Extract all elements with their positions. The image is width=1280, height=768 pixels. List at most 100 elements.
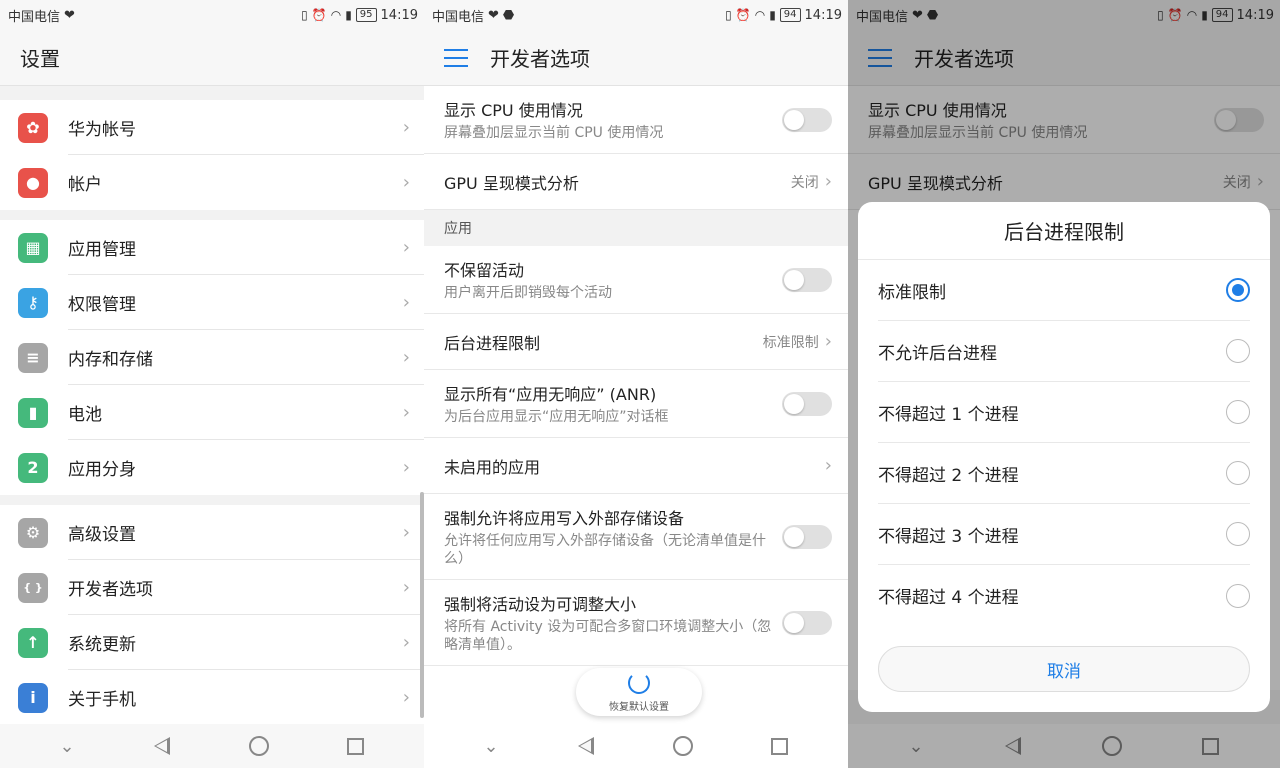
- settings-item-label: 内存和存储: [68, 349, 153, 370]
- developer-option-row[interactable]: 显示所有“应用无响应” (ANR) 为后台应用显示“应用无响应”对话框: [424, 370, 848, 438]
- dialog-option[interactable]: 不得超过 4 个进程: [878, 565, 1250, 626]
- restore-defaults-button[interactable]: 恢复默认设置: [576, 668, 702, 716]
- carrier-label: 中国电信: [432, 9, 485, 25]
- settings-item-label: 帐户: [68, 175, 102, 195]
- huawei-icon: ✿: [18, 112, 48, 143]
- cancel-button[interactable]: 取消: [878, 646, 1250, 692]
- settings-item[interactable]: ⚙ 高级设置 ›: [0, 505, 424, 560]
- apps-icon: ▦: [18, 232, 48, 263]
- chevron-right-icon: ›: [824, 455, 832, 476]
- chevron-right-icon: ›: [402, 291, 410, 313]
- status-bar: 中国电信 ❤ ⬣ ▯ ⏰ ◠ ▮ 94 14:19: [424, 0, 848, 30]
- heart-icon: ❤: [488, 7, 499, 23]
- home-button[interactable]: [248, 736, 269, 756]
- radio-button[interactable]: [1226, 522, 1250, 546]
- key-icon: ⚷: [18, 287, 48, 318]
- toggle-switch[interactable]: [782, 610, 832, 635]
- dialog-option-label: 不得超过 1 个进程: [878, 404, 1019, 425]
- dialog-title: 后台进程限制: [858, 202, 1270, 260]
- dialog-option[interactable]: 标准限制: [878, 260, 1250, 321]
- option-title: 强制允许将应用写入外部存储设备: [444, 509, 685, 528]
- settings-item-label: 电池: [68, 404, 102, 425]
- option-title: 不保留活动: [444, 261, 525, 280]
- settings-item[interactable]: ✿ 华为帐号 ›: [0, 100, 424, 155]
- developer-option-row[interactable]: 强制允许将应用写入外部存储设备允许将任何应用写入外部存储设备（无论清单值是什么）: [424, 494, 848, 580]
- braces-icon: { }: [18, 572, 48, 603]
- settings-item[interactable]: ≡ 内存和存储 ›: [0, 330, 424, 385]
- toggle-switch[interactable]: [782, 267, 832, 292]
- option-title: 强制将活动设为可调整大小: [444, 595, 637, 614]
- alarm-icon: ⏰: [735, 8, 751, 22]
- account-icon: ●: [18, 167, 48, 198]
- settings-item[interactable]: ↑ 系统更新 ›: [0, 615, 424, 670]
- chevron-right-icon: ›: [402, 631, 410, 653]
- chevron-right-icon: ›: [824, 171, 832, 192]
- settings-item[interactable]: ⚷ 权限管理 ›: [0, 275, 424, 330]
- developer-option-row[interactable]: GPU 呈现模式分析 关闭 ›: [424, 154, 848, 210]
- page-title: 开发者选项: [490, 47, 590, 71]
- option-description: 屏幕叠加层显示当前 CPU 使用情况: [444, 125, 664, 141]
- settings-item-label: 权限管理: [68, 294, 136, 315]
- option-description: 允许将任何应用写入外部存储设备（无论清单值是什么）: [444, 533, 766, 567]
- chevron-right-icon: ›: [402, 457, 410, 478]
- toggle-switch[interactable]: [782, 107, 832, 132]
- clone-icon: 2: [18, 452, 48, 483]
- developer-option-row[interactable]: 强制将活动设为可调整大小 将所有 Activity 设为可配合多窗口环境调整大小（…: [424, 580, 848, 666]
- back-button[interactable]: [153, 737, 170, 755]
- radio-button[interactable]: [1226, 339, 1250, 363]
- back-button[interactable]: [577, 737, 594, 755]
- settings-item[interactable]: ▮ 电池 ›: [0, 385, 424, 440]
- radio-button[interactable]: [1226, 461, 1250, 485]
- settings-item[interactable]: ▦ 应用管理 ›: [0, 220, 424, 275]
- settings-item-label: 华为帐号: [68, 119, 136, 140]
- restore-defaults-label: 恢复默认设置: [609, 701, 669, 713]
- dialog-option-label: 标准限制: [878, 282, 946, 303]
- storage-icon: ≡: [18, 342, 48, 373]
- developer-option-row[interactable]: 不保留活动用户离开后即销毁每个活动: [424, 246, 848, 314]
- settings-item[interactable]: ● 帐户 ›: [0, 155, 424, 210]
- home-button[interactable]: [672, 736, 693, 756]
- toggle-switch[interactable]: [782, 391, 832, 416]
- settings-screen: 中国电信 ❤ ▯ ⏰ ◠ ▮ 95 14:19 设置 ✿ 华为帐号 › ● 帐户 › ▦ 应用管理 › ⚷ 权限…: [0, 0, 424, 768]
- option-description: 为后台应用显示“应用无响应”对话框: [444, 409, 669, 425]
- option-title: GPU 呈现模式分析: [444, 173, 579, 193]
- collapse-nav-icon[interactable]: ⌄: [59, 736, 74, 757]
- toggle-switch[interactable]: [782, 524, 832, 549]
- dialog-option-label: 不得超过 4 个进程: [878, 588, 1019, 608]
- developer-option-row[interactable]: 显示 CPU 使用情况屏幕叠加层显示当前 CPU 使用情况: [424, 86, 848, 154]
- radio-button[interactable]: [1226, 278, 1250, 302]
- app-bar: 开发者选项: [424, 30, 848, 86]
- dialog-option-label: 不得超过 2 个进程: [878, 465, 1019, 486]
- clock: 14:19: [804, 7, 842, 23]
- developer-option-row[interactable]: 未启用的应用 ›: [424, 438, 848, 494]
- radio-button[interactable]: [1226, 583, 1250, 608]
- collapse-nav-icon[interactable]: ⌄: [483, 736, 498, 757]
- settings-item[interactable]: 2 应用分身 ›: [0, 440, 424, 495]
- alarm-icon: ⏰: [311, 8, 327, 22]
- chevron-right-icon: ›: [402, 172, 410, 193]
- option-description: 用户离开后即销毁每个活动: [444, 285, 612, 301]
- radio-button[interactable]: [1226, 400, 1250, 424]
- settings-item-label: 开发者选项: [68, 579, 153, 600]
- recents-button[interactable]: [771, 737, 789, 755]
- nav-bar: ⌄: [424, 724, 848, 768]
- option-title: 后台进程限制: [444, 333, 541, 353]
- dialog-option[interactable]: 不得超过 3 个进程: [878, 504, 1250, 565]
- dialog-option[interactable]: 不得超过 1 个进程: [878, 382, 1250, 443]
- settings-item-label: 高级设置: [68, 524, 136, 545]
- menu-icon[interactable]: [444, 48, 468, 67]
- settings-item[interactable]: { } 开发者选项 ›: [0, 560, 424, 615]
- dialog-option[interactable]: 不得超过 2 个进程: [878, 443, 1250, 504]
- wifi-icon: ◠: [754, 8, 766, 22]
- recents-button[interactable]: [347, 737, 365, 755]
- option-title: 显示所有“应用无响应” (ANR): [444, 385, 657, 404]
- dialog-option[interactable]: 不允许后台进程: [878, 321, 1250, 382]
- developer-option-row[interactable]: 后台进程限制 标准限制 ›: [424, 314, 848, 370]
- settings-item[interactable]: i 关于手机 ›: [0, 670, 424, 725]
- vibrate-icon: ▯: [301, 8, 308, 22]
- chevron-right-icon: ›: [824, 331, 832, 352]
- option-title: 显示 CPU 使用情况: [444, 101, 583, 120]
- option-value: 标准限制: [762, 334, 819, 351]
- developer-options-screen: 中国电信 ❤ ⬣ ▯ ⏰ ◠ ▮ 94 14:19 开发者选项 显示 CPU 使用情况屏幕叠加…: [424, 0, 848, 768]
- settings-group: ⚙ 高级设置 › { } 开发者选项 › ↑ 系统更新 › i 关于手机 ›: [0, 505, 424, 725]
